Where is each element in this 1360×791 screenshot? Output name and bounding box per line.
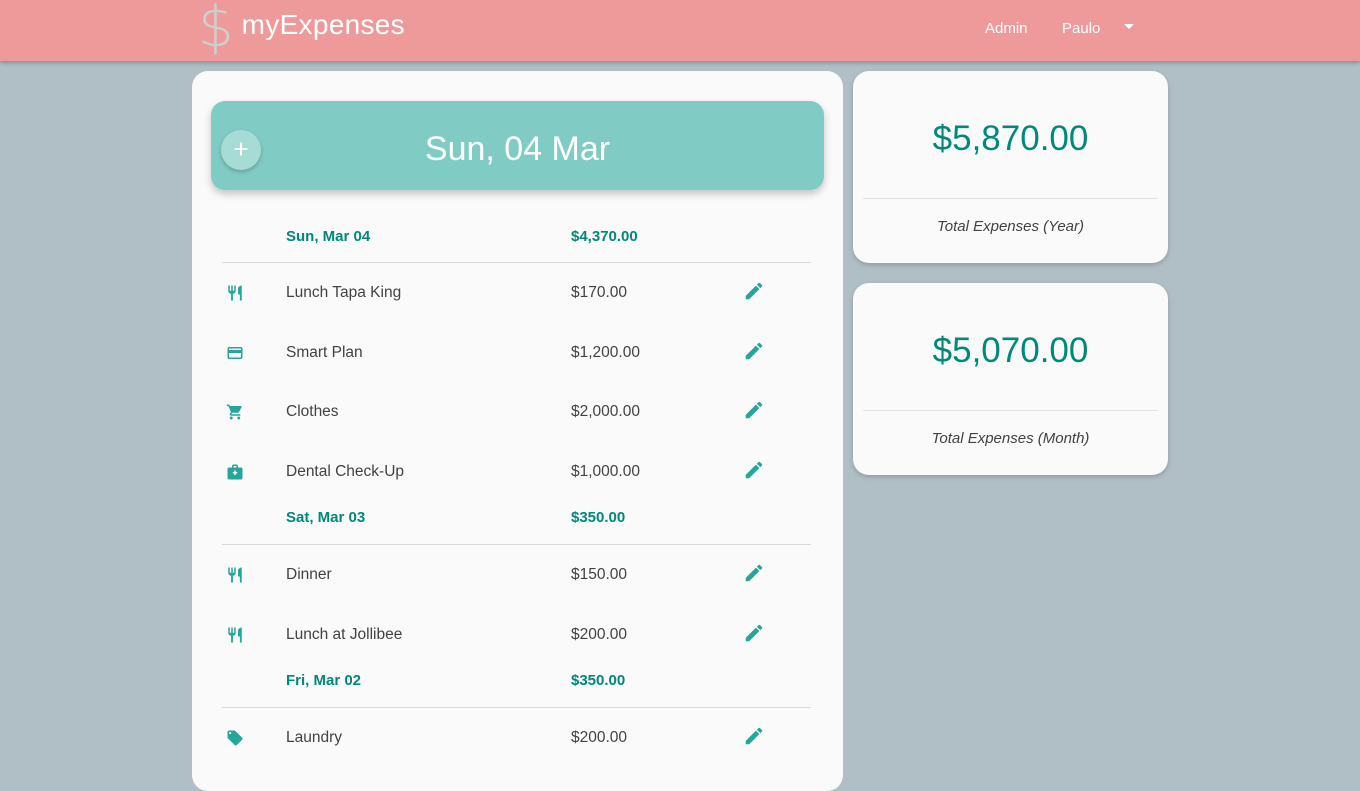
restaurant-icon: [228, 567, 242, 583]
add-expense-button[interactable]: +: [221, 130, 261, 170]
divider: [863, 410, 1158, 411]
expense-row[interactable]: Clothes $2,000.00: [222, 382, 811, 442]
pencil-edit-icon[interactable]: [743, 622, 765, 644]
expense-row[interactable]: Lunch Tapa King $170.00: [222, 263, 811, 323]
year-total-card: $5,870.00 Total Expenses (Year): [853, 71, 1168, 263]
medical-bag-icon: [227, 464, 243, 479]
restaurant-icon: [228, 285, 242, 301]
expense-amount: $170.00: [571, 284, 628, 301]
current-date-title: Sun, 04 Mar: [424, 130, 611, 168]
pencil-edit-icon[interactable]: [743, 725, 765, 747]
expense-amount: $1,000.00: [571, 462, 640, 480]
expense-name: Dinner: [286, 566, 332, 583]
month-total-label: Total Expenses (Month): [931, 430, 1090, 447]
expense-list: Sun, Mar 04 $4,370.00 Lunch Tapa King $1…: [222, 211, 811, 768]
expense-name: Smart Plan: [286, 343, 363, 361]
expense-amount: $1,200.00: [571, 343, 640, 361]
expense-row[interactable]: Smart Plan $1,200.00: [222, 323, 811, 383]
expense-row[interactable]: Dinner $150.00: [222, 545, 811, 605]
nav-admin-link[interactable]: Admin: [985, 20, 1028, 37]
month-total-card: $5,070.00 Total Expenses (Month): [853, 283, 1168, 475]
dollar-logo-icon: $: [198, 0, 234, 60]
group-total: $350.00: [571, 672, 626, 689]
expense-name: Laundry: [286, 729, 343, 746]
pencil-edit-icon[interactable]: [743, 562, 765, 584]
group-total: $350.00: [571, 509, 626, 526]
tag-icon: [227, 730, 243, 746]
chevron-down-icon[interactable]: [1124, 24, 1134, 29]
expense-amount: $2,000.00: [571, 403, 640, 420]
top-navbar: $ myExpenses Admin Paulo: [0, 0, 1360, 61]
shopping-cart-icon: [226, 404, 242, 420]
expense-row[interactable]: Laundry $200.00: [222, 708, 811, 768]
expense-name: Clothes: [286, 403, 339, 420]
expense-amount: $200.00: [571, 625, 628, 643]
expense-amount: $150.00: [571, 566, 628, 583]
date-group-header: Fri, Mar 02 $350.00: [222, 664, 811, 708]
pencil-edit-icon[interactable]: [743, 399, 765, 421]
expense-name: Lunch Tapa King: [286, 284, 402, 301]
expense-row[interactable]: Dental Check-Up $1,000.00: [222, 442, 811, 502]
expense-name: Dental Check-Up: [286, 462, 405, 480]
nav-user-link[interactable]: Paulo: [1062, 20, 1100, 37]
pencil-edit-icon[interactable]: [743, 459, 765, 481]
date-group-header: Sun, Mar 04 $4,370.00: [222, 211, 811, 263]
brand[interactable]: $ myExpenses: [198, 0, 405, 61]
pencil-edit-icon[interactable]: [743, 280, 765, 302]
group-date: Fri, Mar 02: [286, 672, 362, 689]
date-header: Sun, 04 Mar +: [211, 101, 824, 190]
group-date: Sat, Mar 03: [286, 509, 366, 526]
group-total: $4,370.00: [571, 228, 638, 245]
pencil-edit-icon[interactable]: [743, 340, 765, 362]
credit-card-icon: [227, 346, 243, 359]
year-total-label: Total Expenses (Year): [936, 218, 1085, 235]
brand-name: myExpenses: [241, 8, 405, 40]
expense-amount: $200.00: [571, 729, 628, 746]
expense-name: Lunch at Jollibee: [286, 625, 403, 643]
group-date: Sun, Mar 04: [286, 228, 371, 245]
divider: [863, 198, 1158, 199]
date-group-header: Sat, Mar 03 $350.00: [222, 501, 811, 545]
expense-row[interactable]: Lunch at Jollibee $200.00: [222, 605, 811, 665]
restaurant-icon: [228, 627, 242, 642]
expenses-card: Sun, 04 Mar + Sun, Mar 04 $4,370.00 Lunc…: [192, 71, 843, 791]
month-total-amount: $5,070.00: [932, 331, 1089, 370]
year-total-amount: $5,870.00: [932, 119, 1089, 158]
